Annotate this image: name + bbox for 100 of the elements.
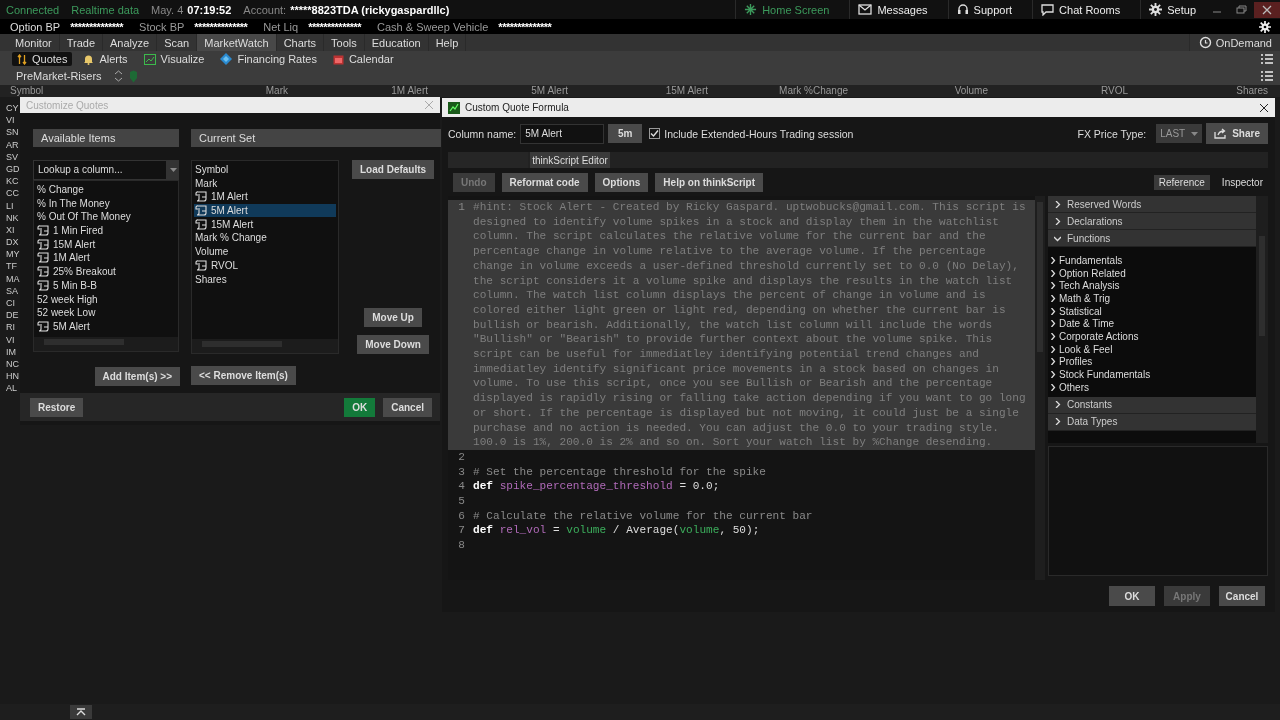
column-header[interactable]: Mark %Change	[710, 85, 850, 97]
tree-item[interactable]: Math & Trig	[1050, 292, 1256, 305]
list-menu-icon[interactable]	[1260, 53, 1274, 65]
list-item[interactable]: 5 Min B-B	[36, 278, 176, 293]
list-item[interactable]: % In The Money	[36, 196, 176, 211]
settings-icon[interactable]	[1259, 20, 1271, 33]
tree-category[interactable]: Functions	[1048, 230, 1256, 247]
sub-tab[interactable]: Calendar	[327, 52, 399, 66]
list-item[interactable]: RVOL	[194, 258, 336, 273]
toolbar-button[interactable]: Options	[594, 172, 649, 192]
list-item[interactable]: Symbol	[194, 162, 336, 177]
dropdown-button[interactable]	[167, 159, 179, 180]
sub-tab[interactable]: Visualize	[138, 52, 210, 66]
dialog-button[interactable]: OK	[1109, 586, 1155, 606]
ticker-cell[interactable]: VI	[6, 333, 20, 346]
list-item[interactable]: 15M Alert	[36, 237, 176, 252]
column-header[interactable]: 1M Alert	[290, 85, 430, 97]
tree-category[interactable]: Declarations	[1048, 213, 1256, 230]
list-item[interactable]: 5M Alert	[194, 203, 336, 218]
list-item[interactable]: 25% Breakout	[36, 264, 176, 279]
checkbox[interactable]	[649, 128, 661, 139]
remove-items-button[interactable]: << Remove Item(s)	[191, 366, 296, 386]
ticker-cell[interactable]: KC	[6, 175, 20, 188]
ticker-cell[interactable]: TF	[6, 260, 20, 273]
list-item[interactable]: % Out Of The Money	[36, 210, 176, 224]
column-header[interactable]: Volume	[850, 85, 990, 97]
list-item[interactable]: 1M Alert	[194, 190, 336, 204]
dialog-button[interactable]: Cancel	[1219, 586, 1265, 606]
list-item[interactable]: Mark % Change	[194, 231, 336, 245]
tree-item[interactable]: Corporate Actions	[1050, 330, 1256, 343]
ticker-cell[interactable]: LI	[6, 199, 20, 212]
account-selector[interactable]: *****8823TDA (rickygaspardllc)	[290, 3, 450, 16]
ok-button[interactable]: OK	[344, 397, 376, 417]
side-tab[interactable]: Inspector	[1216, 174, 1268, 190]
column-name-field[interactable]: 5M Alert	[520, 123, 605, 144]
column-header[interactable]: RVOL	[990, 85, 1130, 97]
list-item[interactable]: 5M Alert	[36, 319, 176, 334]
tree-category[interactable]: Reserved Words	[1048, 196, 1256, 213]
list-item[interactable]: 52 week High	[36, 292, 176, 306]
ticker-cell[interactable]: HN	[6, 370, 20, 383]
list-item[interactable]: 1 Min Fired	[36, 223, 176, 238]
column-header[interactable]: 15M Alert	[570, 85, 710, 97]
list-menu-icon[interactable]	[1260, 70, 1274, 82]
watchlist-selector[interactable]: PreMarket-Risers	[16, 70, 102, 82]
tree-item[interactable]: Look & Feel	[1050, 342, 1256, 356]
ticker-cell[interactable]: SV	[6, 150, 20, 163]
restore-button[interactable]: Restore	[30, 397, 84, 417]
close-icon[interactable]	[1259, 102, 1269, 113]
ticker-cell[interactable]: DE	[6, 309, 20, 322]
add-items-button[interactable]: Add Item(s) >>	[94, 367, 180, 387]
tree-item[interactable]: Tech Analysis	[1050, 279, 1256, 293]
load-defaults-button[interactable]: Load Defaults	[352, 159, 435, 179]
ticker-cell[interactable]: VI	[6, 114, 20, 127]
ticker-cell[interactable]: SN	[6, 126, 20, 139]
ticker-cell[interactable]: DX	[6, 236, 20, 249]
ticker-cell[interactable]: GD	[6, 162, 20, 176]
ticker-cell[interactable]: XI	[6, 223, 20, 237]
close-icon[interactable]	[1254, 1, 1280, 18]
tree-item[interactable]: Fundamentals	[1050, 254, 1256, 267]
ticker-cell[interactable]: CY	[6, 102, 20, 115]
toolbar-button[interactable]: Help on thinkScript	[655, 172, 763, 192]
column-header[interactable]: Shares	[1130, 85, 1270, 97]
move-up-button[interactable]: Move Up	[364, 308, 422, 328]
list-item[interactable]: % Change	[36, 182, 176, 197]
ticker-cell[interactable]: IM	[6, 345, 20, 358]
sub-tab[interactable]: Financing Rates	[215, 52, 322, 66]
tree-item[interactable]: Option Related	[1050, 266, 1256, 280]
side-tab[interactable]: Reference	[1153, 174, 1210, 190]
aggregation-button[interactable]: 5m	[608, 124, 643, 143]
data-feed-status[interactable]: Realtime data	[71, 3, 140, 16]
share-button[interactable]: Share	[1206, 123, 1268, 144]
tree-item[interactable]: Stock Fundamentals	[1050, 368, 1256, 381]
tree-item[interactable]: Statistical	[1050, 304, 1256, 318]
fx-price-type-dropdown[interactable]: LAST	[1156, 124, 1203, 143]
tree-item[interactable]: Others	[1050, 380, 1256, 394]
list-item[interactable]: Mark	[194, 176, 336, 191]
ticker-cell[interactable]: NK	[6, 211, 20, 224]
menu-tab[interactable]: MarketWatch	[197, 34, 277, 51]
ticker-cell[interactable]: AL	[6, 382, 20, 395]
ticker-cell[interactable]: RI	[6, 321, 20, 334]
column-header[interactable]: Mark	[150, 85, 290, 97]
tree-category[interactable]: Constants	[1048, 396, 1256, 414]
list-item[interactable]: 15M Alert	[194, 217, 336, 232]
tree-item[interactable]: Profiles	[1050, 355, 1256, 369]
list-item[interactable]: 52 week Low	[36, 305, 176, 320]
sub-tab[interactable]: Quotes	[12, 52, 73, 66]
sub-tab[interactable]: Alerts	[78, 52, 133, 66]
ticker-cell[interactable]: SA	[6, 284, 20, 297]
ticker-cell[interactable]: MA	[6, 272, 20, 285]
ticker-cell[interactable]: CC	[6, 187, 20, 200]
expand-button[interactable]	[70, 705, 92, 719]
list-item[interactable]: Volume	[194, 244, 336, 259]
column-header[interactable]: Symbol	[0, 85, 150, 97]
checkbox-label[interactable]: Include Extended-Hours Trading session	[664, 127, 854, 140]
column-header[interactable]: 5M Alert	[430, 85, 570, 97]
ticker-cell[interactable]: AR	[6, 138, 20, 151]
list-item[interactable]: 1M Alert	[36, 251, 176, 265]
list-item[interactable]: Shares	[194, 272, 336, 286]
tree-item[interactable]: Date & Time	[1050, 317, 1256, 331]
updown-arrows-icon[interactable]	[113, 69, 123, 83]
